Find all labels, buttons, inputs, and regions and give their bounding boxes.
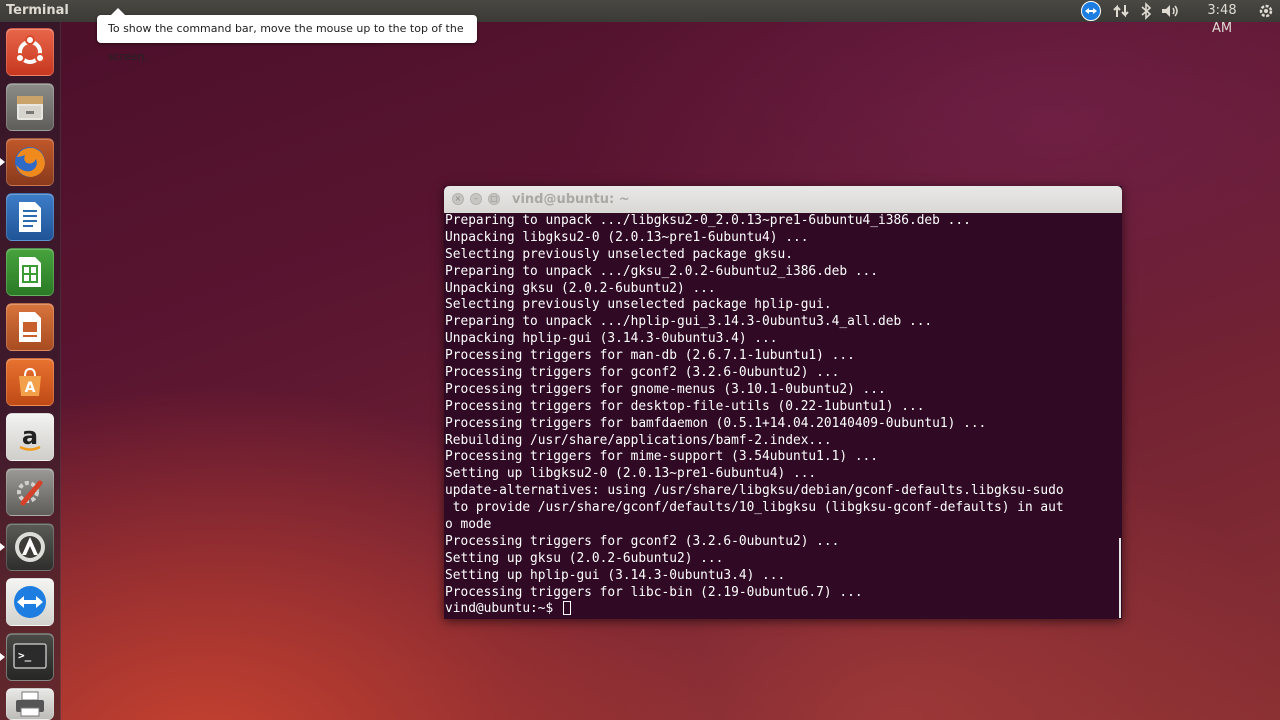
terminal-line: Preparing to unpack .../gksu_2.0.2-6ubun…: [445, 263, 879, 279]
writer-icon: [7, 194, 53, 240]
shopping-bag-icon: A: [7, 359, 53, 405]
running-indicator: [0, 158, 5, 166]
terminal-line: Selecting previously unselected package …: [445, 246, 793, 262]
updater-icon: [7, 524, 53, 570]
launcher-item-amazon[interactable]: a: [6, 413, 54, 461]
launcher-item-firefox[interactable]: [6, 138, 54, 186]
running-indicator: [0, 543, 5, 551]
terminal-line: Processing triggers for bamfdaemon (0.5.…: [445, 415, 987, 431]
launcher-item-writer[interactable]: [6, 193, 54, 241]
launcher-item-terminal[interactable]: >_: [6, 633, 54, 681]
gear-icon[interactable]: [1256, 2, 1276, 20]
svg-text:a: a: [22, 422, 38, 450]
launcher-item-calc[interactable]: [6, 248, 54, 296]
ubuntu-logo-icon: [7, 29, 53, 75]
terminal-window[interactable]: × – □ vind@ubuntu: ~ Preparing to unpack…: [444, 186, 1122, 619]
launcher-item-software-center[interactable]: A: [6, 358, 54, 406]
terminal-line: Processing triggers for desktop-file-uti…: [445, 398, 925, 414]
terminal-line: Unpacking libgksu2-0 (2.0.13~pre1-6ubunt…: [445, 229, 809, 245]
launcher-item-files[interactable]: [6, 83, 54, 131]
terminal-line: Processing triggers for mime-support (3.…: [445, 449, 879, 465]
desktop-edge: [1271, 22, 1280, 720]
running-indicator: [0, 653, 5, 661]
terminal-line: Processing triggers for gnome-menus (3.1…: [445, 381, 886, 397]
teamviewer-icon: [7, 579, 53, 625]
svg-text:>_: >_: [18, 649, 32, 662]
clock[interactable]: 3:48 AM: [1196, 2, 1248, 36]
terminal-line: Rebuilding /usr/share/applications/bamf-…: [445, 432, 832, 448]
calc-icon: [7, 249, 53, 295]
terminal-line: Selecting previously unselected package …: [445, 297, 832, 313]
bluetooth-icon[interactable]: [1139, 2, 1153, 20]
teamviewer-icon[interactable]: [1081, 1, 1101, 21]
app-title: Terminal: [6, 3, 69, 18]
maximize-button[interactable]: □: [488, 193, 500, 205]
terminal-line: Processing triggers for man-db (2.6.7.1-…: [445, 348, 855, 364]
launcher-item-dash[interactable]: [6, 28, 54, 76]
terminal-line: Processing triggers for libc-bin (2.19-0…: [445, 584, 863, 600]
terminal-line: Preparing to unpack .../libgksu2-0_2.0.1…: [445, 213, 971, 228]
volume-icon[interactable]: [1160, 2, 1182, 20]
shell-prompt: vind@ubuntu:~$: [445, 601, 561, 617]
file-cabinet-icon: [7, 84, 53, 130]
launcher-item-system-settings[interactable]: [6, 468, 54, 516]
impress-icon: [7, 304, 53, 350]
minimize-button[interactable]: –: [470, 193, 482, 205]
launcher-item-software-updater[interactable]: [6, 523, 54, 571]
text-cursor: [563, 601, 571, 616]
terminal-line: Processing triggers for gconf2 (3.2.6-0u…: [445, 533, 840, 549]
terminal-scrollbar[interactable]: [1119, 538, 1121, 618]
launcher-item-impress[interactable]: [6, 303, 54, 351]
launcher: A a >_: [0, 22, 61, 720]
terminal-line: Setting up gksu (2.0.2-6ubuntu2) ...: [445, 550, 724, 566]
terminal-output[interactable]: Preparing to unpack .../libgksu2-0_2.0.1…: [445, 213, 1117, 617]
close-button[interactable]: ×: [452, 193, 464, 205]
terminal-line: Processing triggers for gconf2 (3.2.6-0u…: [445, 365, 840, 381]
settings-wrench-icon: [7, 469, 53, 515]
terminal-line: o mode: [445, 517, 492, 533]
launcher-item-teamviewer[interactable]: [6, 578, 54, 626]
svg-text:A: A: [25, 380, 36, 396]
terminal-line: Preparing to unpack .../hplip-gui_3.14.3…: [445, 314, 933, 330]
launcher-item-printer[interactable]: [6, 688, 54, 720]
terminal-line: to provide /usr/share/gconf/defaults/10_…: [445, 500, 1064, 516]
firefox-icon: [7, 139, 53, 185]
terminal-lines: Preparing to unpack .../libgksu2-0_2.0.1…: [445, 213, 1117, 601]
terminal-titlebar[interactable]: × – □ vind@ubuntu: ~: [444, 186, 1122, 213]
terminal-line: Setting up libgksu2-0 (2.0.13~pre1-6ubun…: [445, 466, 817, 482]
terminal-icon: >_: [7, 634, 53, 680]
terminal-line: update-alternatives: using /usr/share/li…: [445, 483, 1064, 499]
terminal-line: Unpacking gksu (2.0.2-6ubuntu2) ...: [445, 280, 716, 296]
hint-tooltip: To show the command bar, move the mouse …: [97, 8, 477, 63]
amazon-icon: a: [7, 414, 53, 460]
terminal-line: Unpacking hplip-gui (3.14.3-0ubuntu3.4) …: [445, 331, 778, 347]
printer-icon: [7, 689, 53, 719]
window-title: vind@ubuntu: ~: [512, 192, 630, 207]
prompt-line[interactable]: vind@ubuntu:~$: [445, 601, 1117, 617]
terminal-line: Setting up hplip-gui (3.14.3-0ubuntu3.4)…: [445, 567, 786, 583]
hint-text: To show the command bar, move the mouse …: [108, 22, 464, 63]
network-icon[interactable]: [1112, 2, 1130, 20]
